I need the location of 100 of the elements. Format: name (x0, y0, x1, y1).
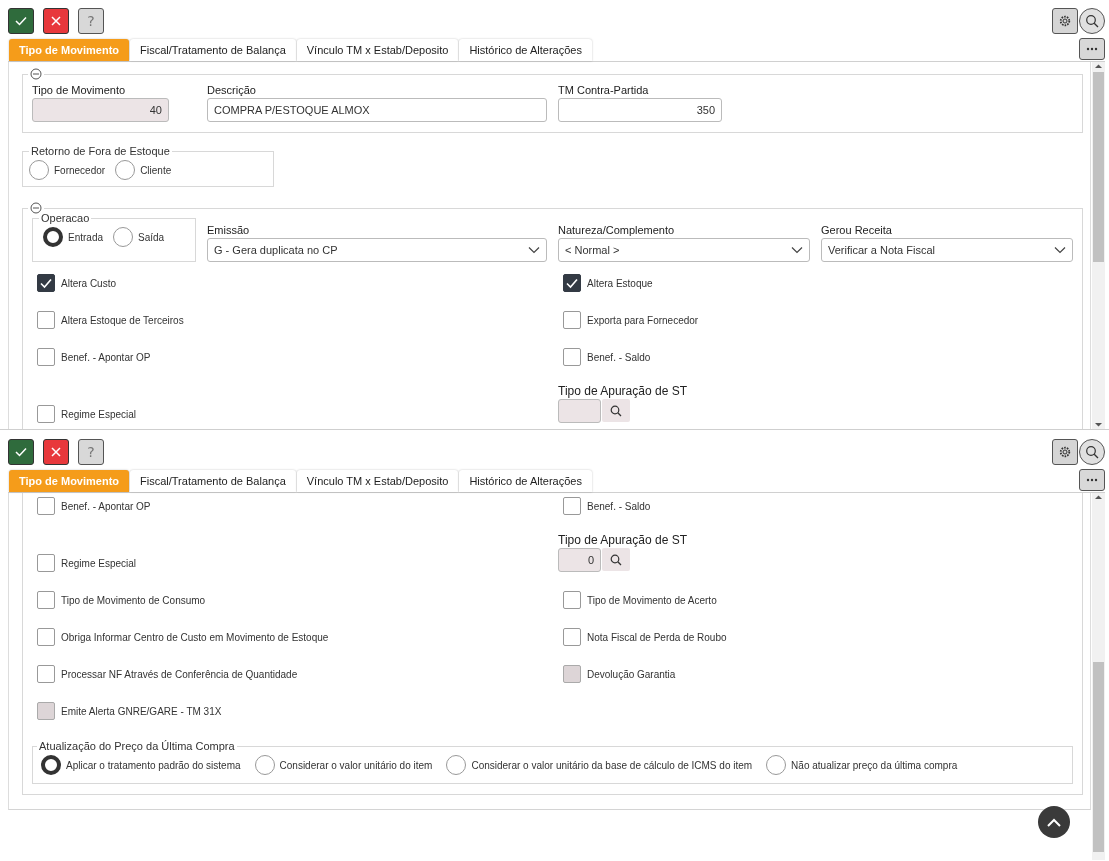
checkbox[interactable] (563, 311, 581, 329)
search-icon (610, 553, 622, 566)
radio-label: Considerar o valor unitário da base de cálculo de ICMS do item (471, 759, 753, 771)
tab[interactable]: Vínculo TM x Estab/Deposito (296, 470, 459, 492)
checkbox-label: Nota Fiscal de Perda de Roubo (587, 631, 727, 643)
radio-button[interactable] (29, 160, 49, 180)
field-label: Tipo de Movimento (32, 84, 127, 97)
tab[interactable]: Vínculo TM x Estab/Deposito (296, 39, 459, 61)
checkbox[interactable] (37, 591, 55, 609)
field-label: Tipo de Apuração de ST (558, 534, 688, 547)
tab[interactable]: Histórico de Alterações (459, 470, 592, 492)
field-label: Gerou Receita (821, 224, 893, 237)
search-button[interactable] (1079, 439, 1105, 465)
radio-label: Saída (138, 231, 165, 243)
checkbox[interactable] (563, 497, 581, 515)
chevron-down-icon (1054, 246, 1066, 254)
close-icon (51, 16, 61, 26)
checkbox-label: Altera Custo (61, 277, 117, 289)
field-label: TM Contra-Partida (558, 84, 650, 97)
radio-button[interactable] (113, 227, 134, 247)
tab[interactable]: Fiscal/Tratamento de Balança (130, 39, 296, 61)
checkbox-label: Altera Estoque de Terceiros (61, 314, 184, 326)
checkbox[interactable] (563, 591, 581, 609)
more-button[interactable] (1079, 38, 1105, 60)
checkbox-label: Processar NF Através de Conferência de Quantidade (61, 668, 298, 680)
gear-icon (1059, 446, 1071, 458)
input-field[interactable]: COMPRA P/ESTOQUE ALMOX (207, 98, 547, 122)
chevron-down-icon (791, 246, 803, 254)
more-button[interactable] (1079, 469, 1105, 491)
radio-button[interactable] (254, 755, 275, 775)
collapse-icon[interactable] (30, 202, 42, 214)
settings-button[interactable] (1052, 8, 1078, 34)
radio-label: Fornecedor (54, 164, 106, 176)
input-field[interactable]: 0 (558, 548, 601, 572)
checkbox-label: Benef. - Apontar OP (61, 500, 151, 512)
input-field[interactable]: 350 (558, 98, 722, 122)
field-label: Descrição (207, 84, 257, 97)
radio-label: Considerar o valor unitário do item (279, 759, 433, 771)
dropdown[interactable]: < Normal > (558, 238, 810, 262)
radio-label: Entrada (68, 231, 104, 243)
checkbox[interactable] (37, 554, 55, 572)
dots-icon (1086, 47, 1098, 51)
checkbox[interactable] (37, 497, 55, 515)
settings-button[interactable] (1052, 439, 1078, 465)
checkbox-label: Benef. - Saldo (587, 500, 651, 512)
checkbox[interactable] (563, 628, 581, 646)
scrollbar[interactable] (1092, 62, 1105, 429)
search-icon (610, 404, 622, 417)
checkbox[interactable] (37, 348, 55, 366)
checkbox-label: Regime Especial (61, 557, 137, 569)
checkbox[interactable] (37, 665, 55, 683)
radio-button[interactable] (766, 755, 787, 775)
checkbox-label: Exporta para Fornecedor (587, 314, 699, 326)
radio-button[interactable] (115, 160, 136, 180)
group-title: Operacao (41, 212, 90, 225)
confirm-button[interactable] (8, 439, 34, 465)
cancel-button[interactable] (43, 439, 69, 465)
checkbox-label: Tipo de Movimento de Acerto (587, 594, 717, 606)
radio-button[interactable] (41, 755, 61, 775)
checkbox-label: Devolução Garantia (587, 668, 676, 680)
radio-button[interactable] (446, 755, 467, 775)
dropdown[interactable]: Verificar a Nota Fiscal (821, 238, 1073, 262)
radio-label: Aplicar o tratamento padrão do sistema (66, 759, 241, 771)
checkbox-label: Benef. - Apontar OP (61, 351, 151, 363)
checkbox[interactable] (37, 274, 55, 292)
chevron-up-icon (1047, 817, 1061, 827)
search-button[interactable] (602, 548, 630, 571)
field-label: Tipo de Apuração de ST (558, 385, 688, 398)
tab[interactable]: Histórico de Alterações (459, 39, 592, 61)
checkbox-label: Regime Especial (61, 408, 137, 420)
cancel-button[interactable] (43, 8, 69, 34)
gear-icon (1059, 15, 1071, 27)
check-icon (15, 447, 27, 457)
search-button[interactable] (602, 399, 630, 422)
checkbox[interactable] (563, 348, 581, 366)
field-label: Natureza/Complemento (558, 224, 676, 237)
group-title: Atualização do Preço da Última Compra (39, 740, 235, 753)
check-icon (565, 276, 579, 290)
scrollbar[interactable] (1092, 493, 1105, 860)
field-label: Emissão (207, 224, 251, 237)
checkbox[interactable] (563, 274, 581, 292)
radio-button[interactable] (43, 227, 63, 247)
radio-label: Não atualizar preço da última compra (791, 759, 958, 771)
confirm-button[interactable] (8, 8, 34, 34)
collapse-icon[interactable] (30, 68, 42, 80)
check-icon (39, 276, 53, 290)
tab[interactable]: Fiscal/Tratamento de Balança (130, 470, 296, 492)
search-icon (1085, 445, 1099, 459)
input-field[interactable]: 40 (32, 98, 169, 122)
checkbox-label: Altera Estoque (587, 277, 653, 289)
scroll-to-top-button[interactable] (1038, 806, 1070, 838)
check-icon (15, 16, 27, 26)
checkbox[interactable] (37, 311, 55, 329)
chevron-down-icon (528, 246, 540, 254)
checkbox-label: Tipo de Movimento de Consumo (61, 594, 206, 606)
dropdown[interactable]: G - Gera duplicata no CP (207, 238, 547, 262)
checkbox[interactable] (37, 405, 55, 423)
search-button[interactable] (1079, 8, 1105, 34)
checkbox[interactable] (37, 628, 55, 646)
input-field[interactable] (558, 399, 601, 423)
